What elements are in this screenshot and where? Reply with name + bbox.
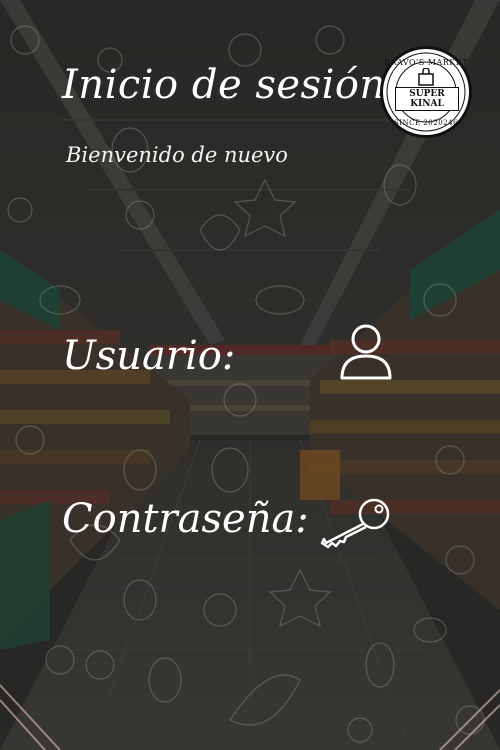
user-icon[interactable] <box>338 322 394 382</box>
store-logo: BRAVO'S MARKET SUPER KINAL SINCE 2020246 <box>380 46 472 138</box>
key-icon[interactable] <box>320 497 392 549</box>
logo-main-text: SUPER KINAL <box>395 87 459 111</box>
logo-top-text: BRAVO'S MARKET <box>384 58 468 67</box>
logo-bottom-text: SINCE 2020246 <box>393 119 459 127</box>
welcome-subtitle: Bienvenido de nuevo <box>66 143 288 167</box>
username-label: Usuario: <box>62 333 236 379</box>
page-title: Inicio de sesión <box>62 62 386 108</box>
shopping-bag-icon <box>418 68 434 86</box>
password-label: Contraseña: <box>62 496 309 542</box>
